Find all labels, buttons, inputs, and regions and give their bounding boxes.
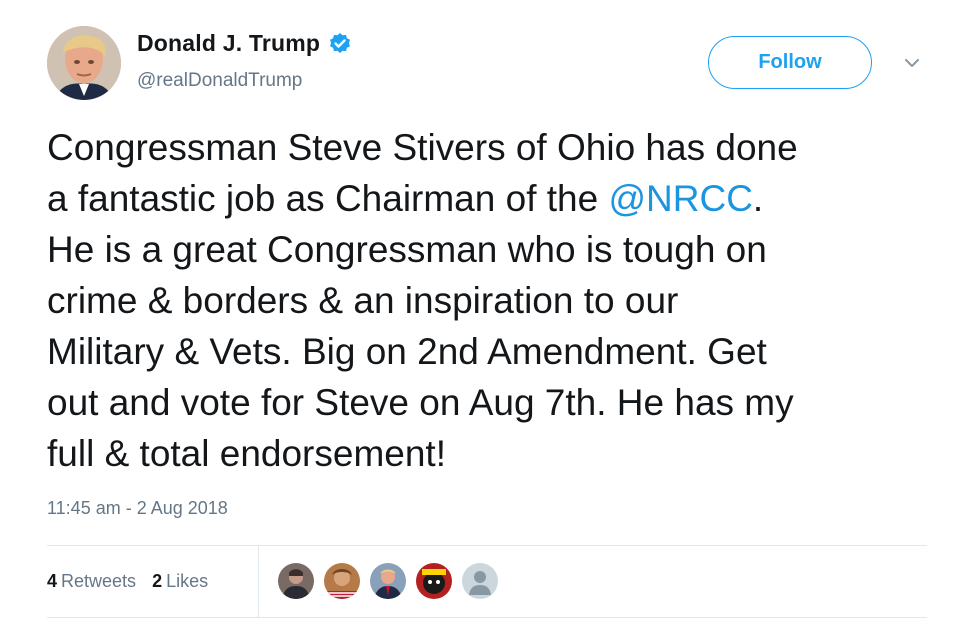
retweets-stat[interactable]: 4 Retweets (47, 571, 136, 592)
divider (47, 545, 927, 546)
likes-stat[interactable]: 2 Likes (152, 571, 208, 592)
stats-separator (258, 546, 259, 617)
liker-avatar-icon[interactable] (324, 563, 360, 599)
likes-label: Likes (166, 571, 209, 591)
retweets-count: 4 (47, 571, 58, 591)
author-display-name[interactable]: Donald J. Trump (137, 30, 320, 57)
retweets-label: Retweets (61, 571, 137, 591)
author-handle[interactable]: @realDonaldTrump (137, 70, 302, 92)
divider (47, 617, 927, 618)
profile-photo-icon[interactable] (47, 26, 121, 100)
tweet-timestamp[interactable]: 11:45 am - 2 Aug 2018 (47, 498, 228, 519)
likes-count: 2 (152, 571, 163, 591)
tweet-text: Congressman Steve Stivers of Ohio has do… (47, 122, 947, 479)
liker-avatar-icon[interactable] (370, 563, 406, 599)
follow-button[interactable]: Follow (708, 36, 872, 89)
mention-link[interactable]: @NRCC (608, 178, 752, 219)
liker-avatar-icon[interactable] (416, 563, 452, 599)
tweet-text-part-2: . He is a great Congressman who is tough… (47, 178, 794, 474)
chevron-down-icon[interactable] (901, 52, 923, 74)
author-name-row[interactable]: Donald J. Trump (137, 30, 352, 57)
tweet-stats: 4 Retweets 2 Likes (47, 571, 224, 592)
liker-avatar-icon[interactable] (278, 563, 314, 599)
tweet-card: Donald J. Trump @realDonaldTrump Follow … (0, 0, 980, 629)
default-avatar-icon[interactable] (462, 563, 498, 599)
likers-list (278, 563, 508, 599)
verified-badge-icon (328, 32, 352, 56)
